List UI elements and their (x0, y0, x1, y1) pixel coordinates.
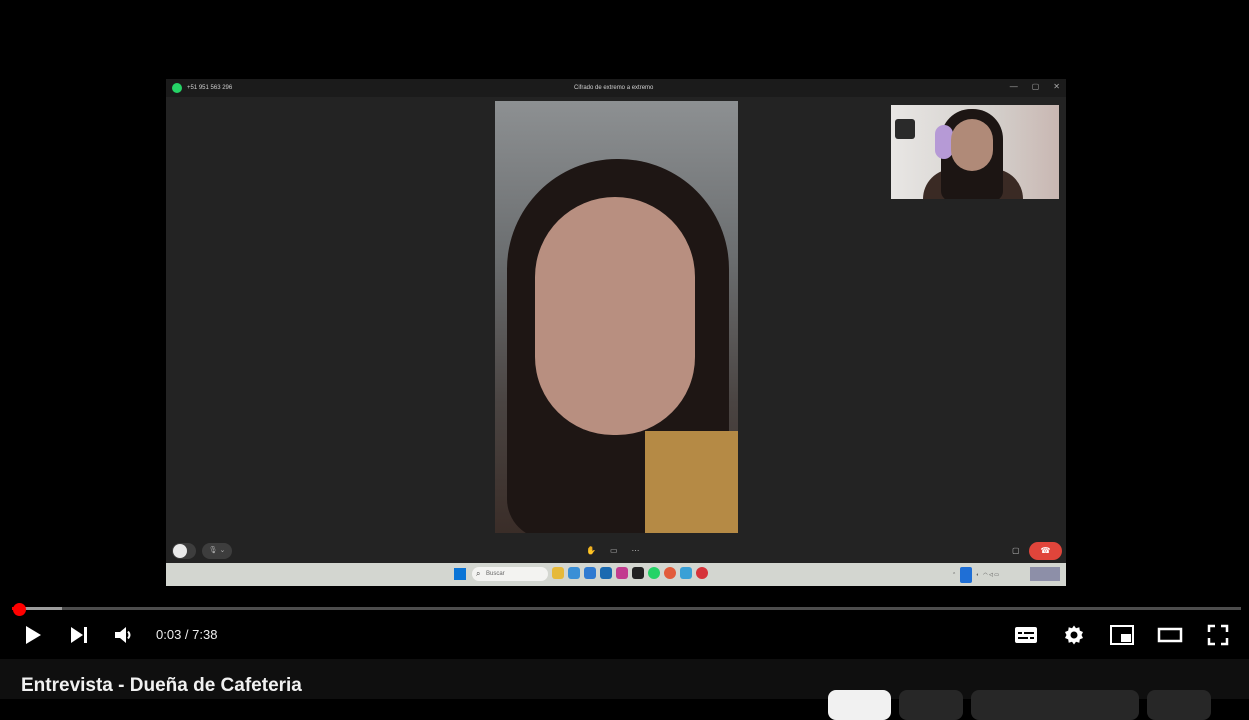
self-view-video (891, 105, 1059, 199)
taskbar-app-icon (664, 567, 676, 579)
video-frame[interactable]: +51 951 563 296 Cifrado de extremo a ext… (166, 79, 1066, 586)
video-player[interactable]: +51 951 563 296 Cifrado de extremo a ext… (0, 0, 1249, 659)
camera-toggle-icon (172, 543, 196, 559)
settings-icon (1065, 625, 1083, 645)
taskbar-preview-thumbnail (1030, 567, 1060, 581)
raise-hand-icon: ✋ (586, 546, 596, 555)
theater-mode-button[interactable] (1154, 619, 1186, 651)
screen-share-icon: ▭ (609, 546, 618, 555)
next-button[interactable] (63, 619, 95, 651)
chip-button[interactable] (899, 690, 963, 720)
miniplayer-icon (1110, 625, 1134, 645)
tray-microphone-icon (960, 567, 973, 583)
whatsapp-phone-number: +51 951 563 296 (187, 85, 233, 91)
remote-participant-video (495, 101, 738, 533)
system-tray: ⌃ ◐ ◠ ◁ ▭ (952, 567, 999, 583)
call-controls: 🎙 ⌄ ✋ ▭ ⋯ ▢ ☎ (166, 541, 1066, 563)
end-call-icon: ☎ (1029, 542, 1062, 560)
tray-network-icon: ◠ ◁ ▭ (983, 572, 999, 578)
windows-start-icon (454, 568, 466, 580)
fullscreen-button[interactable] (1202, 619, 1234, 651)
whatsapp-logo-icon (172, 83, 182, 93)
whatsapp-encryption-text: Cifrado de extremo a extremo (574, 85, 654, 91)
volume-icon (115, 627, 131, 643)
subtitles-button[interactable] (1010, 619, 1042, 651)
mute-button[interactable] (108, 619, 140, 651)
taskbar-apps (552, 567, 708, 579)
taskbar-app-icon (696, 567, 708, 579)
window-buttons: — ▢ ✕ (1010, 81, 1060, 93)
settings-button[interactable] (1058, 619, 1090, 651)
taskbar-app-icon (584, 567, 596, 579)
taskbar-app-icon (680, 567, 692, 579)
window-close-icon: ✕ (1053, 82, 1060, 91)
chip-button[interactable] (1147, 690, 1211, 720)
theater-mode-icon (1157, 627, 1183, 643)
play-button[interactable] (16, 619, 48, 651)
microphone-icon: 🎙 ⌄ (202, 543, 232, 559)
tray-status-icon: ◐ (976, 572, 980, 578)
whatsapp-titlebar: +51 951 563 296 Cifrado de extremo a ext… (166, 79, 1066, 97)
progress-bar[interactable] (12, 607, 1241, 610)
taskbar-app-icon (632, 567, 644, 579)
play-icon (26, 626, 41, 644)
chip-button-active[interactable] (828, 690, 891, 720)
next-icon (71, 627, 87, 643)
taskbar-app-icon (568, 567, 580, 579)
taskbar-search: Buscar (472, 567, 548, 581)
taskbar-app-icon (616, 567, 628, 579)
window-maximize-icon: ▢ (1031, 82, 1040, 91)
tray-chevron-icon: ⌃ (952, 572, 957, 578)
subtitles-icon (1015, 627, 1037, 643)
fullscreen-icon (1207, 624, 1229, 646)
taskbar-app-icon (552, 567, 564, 579)
chip-button[interactable] (971, 690, 1139, 720)
more-icon: ⋯ (631, 546, 640, 555)
call-actions: ✋ ▭ ⋯ (586, 543, 640, 559)
progress-scrubber-handle[interactable] (13, 603, 26, 616)
windows-taskbar: Buscar ⌃ ◐ ◠ ◁ ▭ (166, 563, 1066, 586)
time-display: 0:03 / 7:38 (156, 627, 218, 642)
participants-icon: ▢ (1012, 546, 1020, 555)
window-minimize-icon: — (1009, 82, 1018, 91)
video-title: Entrevista - Dueña de Cafeteria (21, 675, 302, 696)
taskbar-whatsapp-icon (648, 567, 660, 579)
miniplayer-button[interactable] (1106, 619, 1138, 651)
taskbar-app-icon (600, 567, 612, 579)
